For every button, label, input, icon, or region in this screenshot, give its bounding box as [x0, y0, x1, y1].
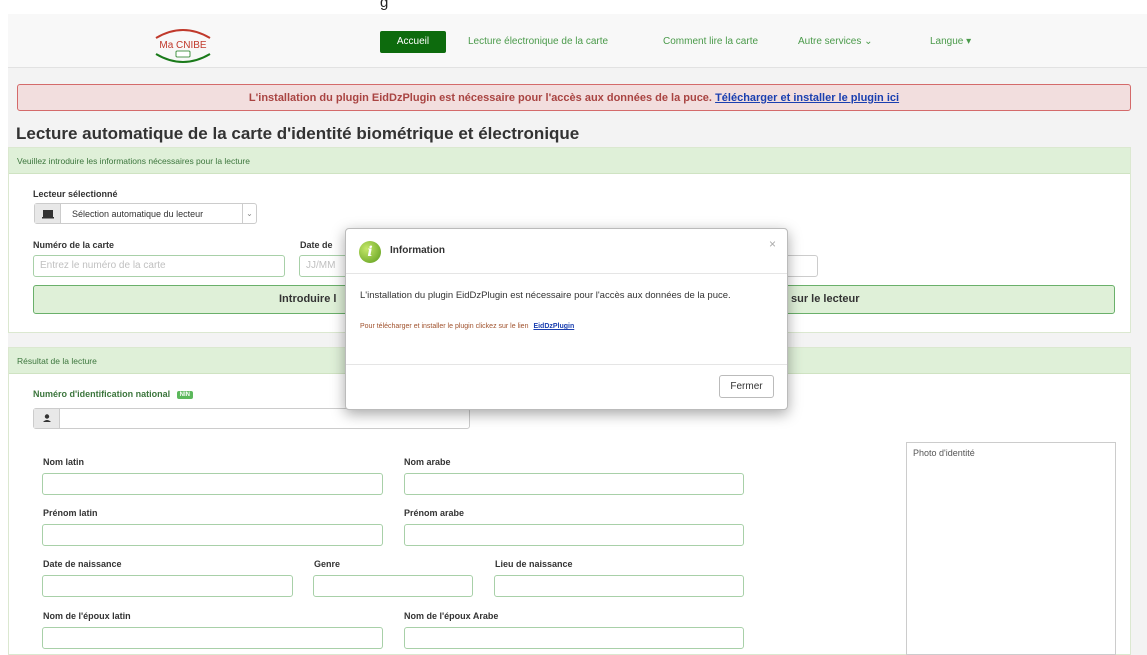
prenom-latin-label: Prénom latin [43, 508, 98, 518]
top-strip: g [0, 0, 1147, 14]
date-label: Date de [300, 240, 333, 250]
nom-arabe-input[interactable] [404, 473, 744, 495]
insert-card-text-right: sur le lecteur [791, 293, 860, 305]
nav-other-services-dropdown[interactable]: Autre services ⌄ [798, 36, 873, 47]
prenom-arabe-label: Prénom arabe [404, 508, 465, 518]
lieu-naissance-input[interactable] [494, 575, 744, 597]
modal-footer: Fermer [346, 364, 787, 410]
info-icon: i [359, 241, 381, 263]
information-modal: i Information × L'installation du plugin… [345, 228, 788, 410]
reader-label: Lecteur sélectionné [33, 189, 118, 199]
nin-label-text: Numéro d'identification national [33, 389, 171, 399]
close-button[interactable]: Fermer [719, 375, 774, 398]
nin-badge: NIN [176, 390, 194, 399]
modal-header: i Information × [346, 229, 787, 274]
nom-arabe-label: Nom arabe [404, 457, 451, 467]
logo-emblem[interactable]: Ma CNIBE [148, 24, 218, 66]
reader-select[interactable]: Sélection automatique du lecteur ⌄ [34, 203, 257, 224]
modal-title: Information [390, 245, 445, 256]
nav-language-dropdown[interactable]: Langue ▾ [930, 36, 971, 47]
navbar: Ma CNIBE Accueil Lecture électronique de… [8, 14, 1147, 68]
photo-box: Photo d'identité [906, 442, 1116, 655]
card-number-label: Numéro de la carte [33, 240, 115, 250]
nom-latin-input[interactable] [42, 473, 383, 495]
epoux-arabe-label: Nom de l'époux Arabe [404, 611, 499, 621]
top-fragment-text: g [380, 0, 389, 11]
modal-instruction-text: Pour télécharger et installer le plugin … [360, 323, 529, 330]
nav-home-button[interactable]: Accueil [380, 31, 446, 53]
user-icon [34, 409, 60, 428]
nom-latin-label: Nom latin [43, 457, 85, 467]
genre-label: Genre [314, 559, 341, 569]
nin-field[interactable] [33, 408, 470, 429]
epoux-arabe-input[interactable] [404, 627, 744, 649]
modal-message: L'installation du plugin EidDzPlugin est… [360, 290, 731, 301]
chevron-down-icon: ⌄ [242, 204, 256, 223]
modal-plugin-link[interactable]: EidDzPlugin [533, 323, 574, 330]
nav-reading-link[interactable]: Lecture électronique de la carte [468, 36, 608, 47]
plugin-alert: L'installation du plugin EidDzPlugin est… [17, 84, 1131, 111]
modal-instruction: Pour télécharger et installer le plugin … [360, 323, 574, 330]
epoux-latin-label: Nom de l'époux latin [43, 611, 131, 621]
epoux-latin-input[interactable] [42, 627, 383, 649]
lieu-naissance-label: Lieu de naissance [495, 559, 573, 569]
date-naissance-label: Date de naissance [43, 559, 122, 569]
nin-label: Numéro d'identification national NIN [33, 389, 194, 399]
date-naissance-input[interactable] [42, 575, 293, 597]
logo-text: Ma CNIBE [159, 40, 207, 51]
card-number-input[interactable]: Entrez le numéro de la carte [33, 255, 285, 277]
alert-message: L'installation du plugin EidDzPlugin est… [248, 92, 712, 104]
nav-how-to-link[interactable]: Comment lire la carte [663, 36, 758, 47]
alert-download-link[interactable]: Télécharger et installer le plugin ici [715, 92, 899, 104]
form-panel-header: Veuillez introduire les informations néc… [9, 148, 1130, 174]
close-icon[interactable]: × [769, 237, 776, 251]
card-reader-icon [35, 204, 61, 223]
insert-card-text-left: Introduire l [279, 293, 337, 305]
photo-label: Photo d'identité [913, 448, 975, 458]
prenom-latin-input[interactable] [42, 524, 383, 546]
page-title: Lecture automatique de la carte d'identi… [16, 124, 580, 143]
reader-select-value: Sélection automatique du lecteur [72, 209, 204, 219]
logo-emblem-icon: Ma CNIBE [155, 29, 211, 63]
genre-input[interactable] [313, 575, 473, 597]
prenom-arabe-input[interactable] [404, 524, 744, 546]
